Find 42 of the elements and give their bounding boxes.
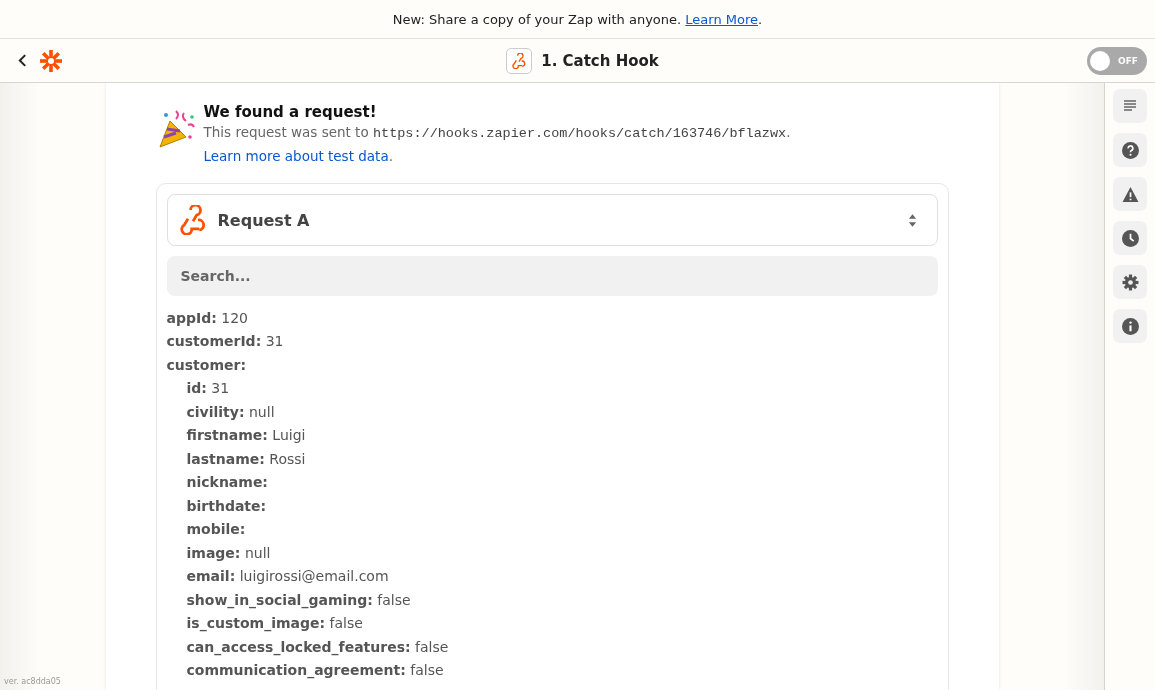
field-entry: firstname: Luigi [186, 427, 306, 444]
field-entry: lastname: Rossi [186, 450, 306, 467]
found-request-heading: We found a request! [203, 103, 378, 121]
help-icon [1121, 141, 1139, 159]
field-entry: customer: [166, 356, 246, 373]
field-entry: email: luigirossi@email.com [186, 568, 389, 585]
request-description: This request was sent to https://hooks.zapier.com/hooks/catch/163746/bflazwx. Learn more about test data. [203, 123, 792, 166]
webhook-app-icon [506, 47, 533, 74]
field-entry: appId: 120 [166, 309, 248, 326]
list-lines-icon [1122, 98, 1138, 114]
details-button[interactable] [1113, 89, 1147, 123]
field-entry: mobile: [186, 521, 246, 538]
field-entry: nickname: [186, 474, 268, 491]
warning-button[interactable] [1113, 177, 1147, 211]
field-entry: show_in_social_gaming: false [186, 591, 411, 608]
search-field[interactable]: Search... [166, 256, 938, 296]
back-icon[interactable] [18, 54, 27, 67]
field-entry: is_custom_image: false [186, 615, 363, 632]
request-select[interactable]: Request A [166, 194, 938, 246]
help-button[interactable] [1113, 133, 1147, 167]
field-entry: can_access_locked_features: false [186, 638, 449, 655]
warning-icon [1121, 185, 1139, 203]
field-entry: birthdate: [186, 497, 267, 514]
history-button[interactable] [1113, 221, 1147, 255]
settings-icon [1121, 273, 1139, 291]
version-label: ver. ac8dda05 [4, 677, 61, 686]
info-icon [1121, 317, 1139, 335]
info-button[interactable] [1113, 309, 1147, 343]
field-entry: communication_agreement: false [186, 662, 444, 679]
settings-button[interactable] [1113, 265, 1147, 299]
field-entry: customerId: 31 [166, 333, 284, 350]
banner-text: New: Share a copy of your Zap with anyone. Learn More. [392, 11, 763, 27]
asterisk-logo-icon[interactable] [39, 48, 63, 73]
webhook-icon [177, 205, 208, 235]
test-data-link[interactable]: Learn more about test data [203, 148, 389, 164]
field-entry: civility: null [186, 403, 275, 420]
field-entry: image: null [186, 544, 271, 561]
sort-arrows-icon [907, 212, 917, 228]
step-title: 1. Catch Hook [541, 51, 659, 70]
clock-icon [1121, 229, 1139, 247]
learn-more-link[interactable]: Learn More [685, 11, 758, 27]
field-entry: id: 31 [186, 380, 230, 397]
